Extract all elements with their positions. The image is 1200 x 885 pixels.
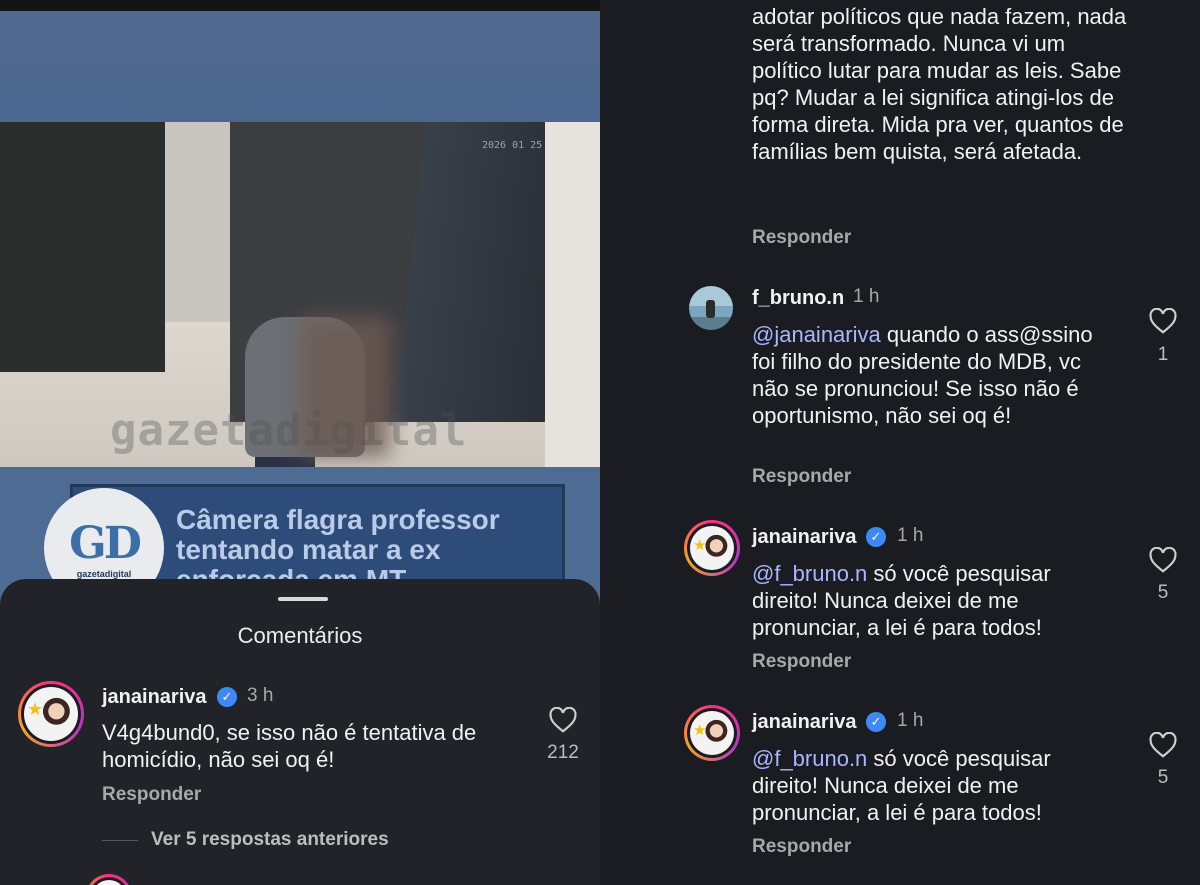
reply-button[interactable]: Responder xyxy=(752,227,851,249)
verified-icon: ✓ xyxy=(866,712,886,732)
status-bar xyxy=(0,0,600,11)
comment-username[interactable]: janainariva xyxy=(752,526,857,549)
reply-button[interactable]: Responder xyxy=(102,784,201,806)
video-pillar xyxy=(545,122,600,467)
like-count: 212 xyxy=(547,742,579,763)
video-wall xyxy=(0,122,165,372)
comment-time: 3 h xyxy=(247,685,274,706)
like-count: 5 xyxy=(1157,582,1169,603)
heart-icon[interactable] xyxy=(1148,547,1178,573)
mention-link[interactable]: @janainariva xyxy=(752,322,881,347)
mention-link[interactable]: @f_bruno.n xyxy=(752,561,867,586)
reply-button[interactable]: Responder xyxy=(752,466,851,488)
replies-divider xyxy=(102,840,138,841)
comment-text: @janainariva quando o ass@ssino foi filh… xyxy=(752,322,1093,428)
reply-button[interactable]: Responder xyxy=(752,651,851,673)
logo-tag: gazetadigital xyxy=(76,568,132,579)
verified-icon: ✓ xyxy=(217,687,237,707)
avatar[interactable]: ★ xyxy=(684,520,740,576)
comment-text: @f_bruno.n só você pesquisar direito! Nu… xyxy=(752,561,1051,640)
post-panel: gazetadigital 2026 01 25 GD gazetadigita… xyxy=(0,0,600,885)
like-count: 5 xyxy=(1157,767,1169,788)
view-replies-button[interactable]: Ver 5 respostas anteriores xyxy=(151,829,389,851)
star-icon: ★ xyxy=(693,537,707,554)
star-icon: ★ xyxy=(27,699,44,719)
heart-icon[interactable] xyxy=(548,707,578,733)
comment-username[interactable]: f_bruno.n xyxy=(752,287,844,310)
comment-username[interactable]: janainariva xyxy=(102,686,207,709)
star-icon: ★ xyxy=(693,722,707,739)
heart-icon[interactable] xyxy=(1148,308,1178,334)
sheet-title: Comentários xyxy=(237,623,363,648)
comment-time: 1 h xyxy=(853,286,880,307)
comments-sheet: Comentários ★ janainariva ✓ 3 h V4g4bund… xyxy=(0,579,600,885)
logo-letters: GD xyxy=(69,517,142,569)
comment-username[interactable]: janainariva xyxy=(752,711,857,734)
comment-time: 1 h xyxy=(897,525,924,546)
comment-text: V4g4bund0, se isso não é tentativa de ho… xyxy=(102,720,477,772)
post-video[interactable]: gazetadigital 2026 01 25 xyxy=(0,122,600,467)
comments-panel: adotar políticos que nada fazem, nada se… xyxy=(600,0,1200,885)
heart-icon[interactable] xyxy=(1148,732,1178,758)
reply-button[interactable]: Responder xyxy=(752,836,851,858)
video-timestamp: 2026 01 25 xyxy=(482,140,543,151)
comment-time: 1 h xyxy=(897,710,924,731)
avatar[interactable] xyxy=(86,874,132,885)
avatar[interactable] xyxy=(689,286,733,330)
avatar[interactable]: ★ xyxy=(18,681,84,747)
sheet-drag-handle[interactable] xyxy=(278,597,328,601)
comment-text: @f_bruno.n só você pesquisar direito! Nu… xyxy=(752,746,1051,825)
mention-link[interactable]: @f_bruno.n xyxy=(752,746,867,771)
video-watermark: gazetadigital xyxy=(110,405,468,456)
avatar[interactable]: ★ xyxy=(684,705,740,761)
comment-text: adotar políticos que nada fazem, nada se… xyxy=(752,4,1127,164)
post-banner xyxy=(0,11,600,123)
verified-icon: ✓ xyxy=(866,527,886,547)
like-count: 1 xyxy=(1157,344,1169,365)
